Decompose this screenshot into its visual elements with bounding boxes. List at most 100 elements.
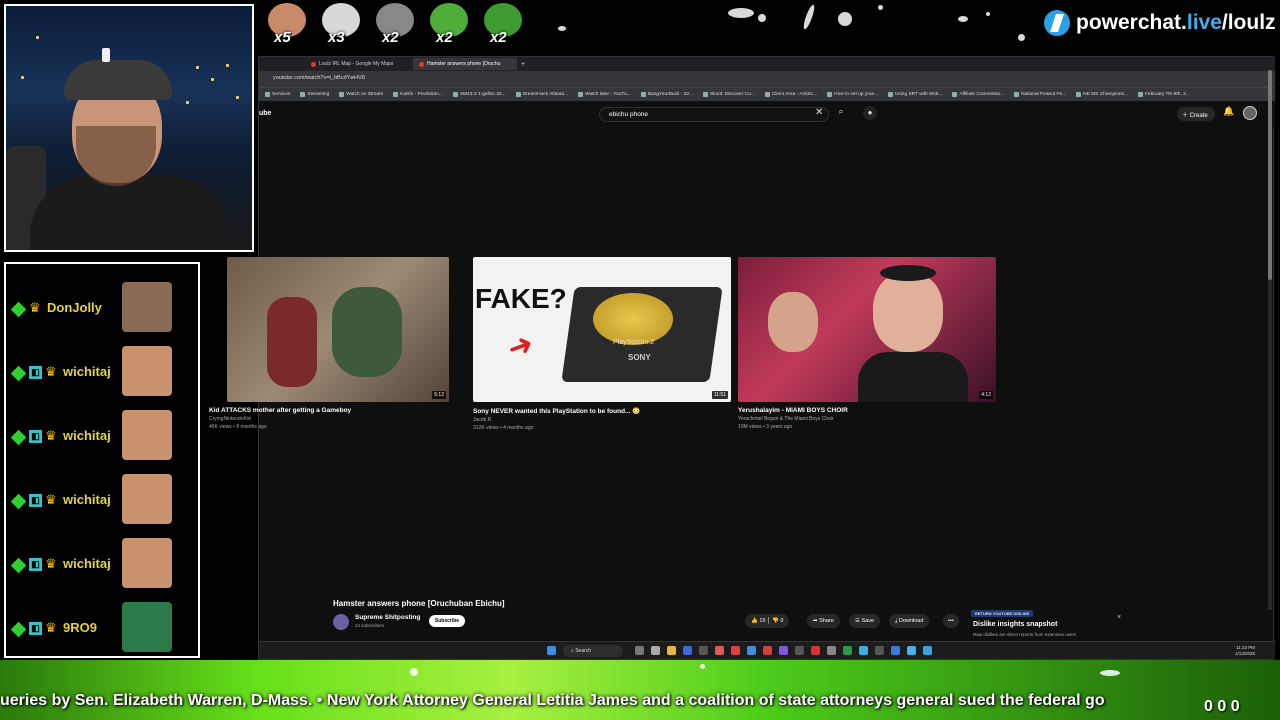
bookmark-item[interactable]: Streaming — [300, 92, 329, 97]
bookmark-item[interactable]: BangYourBuck - 32... — [641, 92, 693, 97]
bookmark-item[interactable]: Services — [265, 92, 290, 97]
channel-name[interactable]: Supreme Shitposting — [355, 614, 420, 621]
more-actions-button[interactable]: ••• — [943, 614, 959, 628]
chat-username[interactable]: 9RO9 — [63, 620, 97, 635]
app-icon[interactable] — [731, 646, 740, 655]
search-query: ebichu phone — [609, 111, 649, 118]
app-icon[interactable] — [763, 646, 772, 655]
brand-live: live — [1186, 11, 1222, 34]
splash-shape — [700, 664, 705, 669]
mic-icon[interactable]: ● — [863, 106, 877, 120]
crown-icon: ♛ — [45, 492, 57, 507]
scrollbar-thumb[interactable] — [1268, 70, 1272, 280]
video-thumbnail[interactable]: FAKE? ➜ PlayStation.2 SONY 11:51 — [473, 257, 731, 402]
chat-message: ♛ DonJolly — [6, 282, 196, 342]
endscreen-card-1[interactable]: 5:12 Kid ATTACKS mother after getting a … — [209, 257, 449, 430]
video-thumbnail[interactable]: 5:12 — [227, 257, 449, 402]
bookmark-item[interactable]: Watch on Stream — [339, 92, 383, 97]
taskview-icon[interactable] — [635, 646, 644, 655]
bookmark-item[interactable]: Watch later - YouTu... — [578, 92, 631, 97]
save-button[interactable]: ☰ Save — [849, 614, 881, 628]
splash-shape — [558, 26, 566, 31]
chat-message: ◧ ♛ wichitaj — [6, 410, 196, 470]
app-icon[interactable] — [875, 646, 884, 655]
chat-username[interactable]: wichitaj — [63, 364, 111, 379]
video-title[interactable]: Kid ATTACKS mother after getting a Gameb… — [209, 407, 449, 414]
diamond-icon — [10, 429, 27, 446]
brave-icon[interactable] — [715, 646, 724, 655]
bookmark-item[interactable]: Client Area - AntiSc... — [765, 92, 817, 97]
thumbs-up-icon: 👍 — [751, 618, 758, 624]
splash-shape — [986, 12, 990, 16]
video-title[interactable]: Sony NEVER wanted this PlayStation to be… — [473, 407, 731, 415]
browser-tab[interactable]: Hamster answers phone [Oruchu — [413, 58, 517, 70]
youtube-logo[interactable]: ube — [259, 110, 271, 117]
ticker-text: ueries by Sen. Elizabeth Warren, D-Mass.… — [0, 692, 1105, 709]
app-icon[interactable] — [683, 646, 692, 655]
bookmark-item[interactable]: XM43-2 1-gallon 32... — [453, 92, 506, 97]
chat-panel: ♛ DonJolly ◧ ♛ wichitaj ◧ ♛ wichitaj ◧ ♛ wichitaj ◧… — [4, 262, 200, 658]
splash-shape — [1018, 34, 1025, 41]
chrome-icon[interactable] — [747, 646, 756, 655]
chat-username[interactable]: wichitaj — [63, 428, 111, 443]
search-icon[interactable]: ⌕ — [833, 106, 849, 122]
app-icon[interactable] — [827, 646, 836, 655]
app-icon[interactable] — [907, 646, 916, 655]
bookmark-item[interactable]: February 7th-8th, 2... — [1138, 92, 1190, 97]
bookmark-item[interactable]: Using SRT with Mob... — [888, 92, 943, 97]
address-bar[interactable]: youtube.com/watch?v=t_bBcdYwHV8 — [259, 71, 1275, 87]
app-icon[interactable] — [923, 646, 932, 655]
chat-username[interactable]: wichitaj — [63, 492, 111, 507]
app-icon[interactable] — [843, 646, 852, 655]
channel-avatar[interactable] — [333, 614, 349, 630]
chat-username[interactable]: DonJolly — [47, 300, 102, 315]
share-button[interactable]: ➦ Share — [807, 614, 840, 628]
diamond-icon — [10, 301, 27, 318]
bookmark-item[interactable]: NE MS Champions... — [1076, 92, 1128, 97]
chat-username[interactable]: wichitaj — [63, 556, 111, 571]
app-icon[interactable] — [699, 646, 708, 655]
sub-badge-icon: ◧ — [29, 366, 42, 379]
video-title[interactable]: Yerushalayim - MIAMI BOYS CHOIR — [738, 407, 996, 414]
discord-icon[interactable] — [779, 646, 788, 655]
bookmark-item[interactable]: How to set up your... — [827, 92, 878, 97]
bookmark-item[interactable]: Affiliate Commissio... — [952, 92, 1004, 97]
emote-multiplier: x5 — [274, 29, 291, 46]
video-thumbnail[interactable]: 4:12 — [738, 257, 996, 402]
new-tab-button[interactable]: + — [521, 61, 525, 68]
app-icon[interactable] — [859, 646, 868, 655]
close-icon[interactable]: × — [1117, 614, 1121, 621]
endscreen-card-3[interactable]: 4:12 Yerushalayim - MIAMI BOYS CHOIR Yer… — [738, 257, 996, 430]
thumbnail-fake-text: FAKE? — [475, 283, 567, 314]
bookmark-item[interactable]: Kalshi - Prediction... — [393, 92, 443, 97]
chat-avatar — [122, 282, 172, 332]
obs-icon[interactable] — [811, 646, 820, 655]
create-button[interactable]: ＋ Create — [1177, 107, 1215, 121]
tab-favicon-icon — [311, 61, 316, 67]
chat-message: ◧ ♛ wichitaj — [6, 346, 196, 406]
bookmark-item[interactable]: Skool: Discover Co... — [703, 92, 755, 97]
emote-multiplier: x2 — [436, 29, 453, 46]
account-avatar[interactable] — [1243, 106, 1257, 120]
app-icon[interactable] — [795, 646, 804, 655]
browser-tab[interactable]: Loulz IRL Map - Google My Maps — [305, 58, 409, 70]
app-icon[interactable] — [891, 646, 900, 655]
video-channel: Jacob R — [473, 417, 492, 423]
system-clock[interactable]: 11:23 PM 1/13/2026 — [1235, 645, 1255, 657]
bell-icon[interactable]: 🔔 — [1223, 106, 1234, 117]
mother-figure — [332, 287, 402, 377]
like-dislike-button[interactable]: 👍 15 │ 👎 0 — [745, 614, 790, 628]
microphone — [102, 48, 110, 62]
explorer-icon[interactable] — [667, 646, 676, 655]
taskbar-search[interactable]: ⌕ Search — [563, 645, 623, 657]
bookmark-item[interactable]: National Peanut Fe... — [1014, 92, 1066, 97]
endscreen-card-2[interactable]: FAKE? ➜ PlayStation.2 SONY 11:51 Sony NE… — [473, 257, 731, 431]
bookmark-item[interactable]: DreamHack Atlanta... — [516, 92, 568, 97]
subscribe-button[interactable]: Subscribe — [429, 615, 465, 627]
widgets-icon[interactable] — [651, 646, 660, 655]
download-button[interactable]: ⤓ Download — [889, 614, 930, 628]
clear-search-icon[interactable]: ✕ — [815, 107, 823, 118]
start-icon[interactable] — [547, 646, 556, 655]
scrollbar[interactable] — [1268, 70, 1272, 610]
search-input[interactable]: ebichu phone — [599, 107, 829, 122]
